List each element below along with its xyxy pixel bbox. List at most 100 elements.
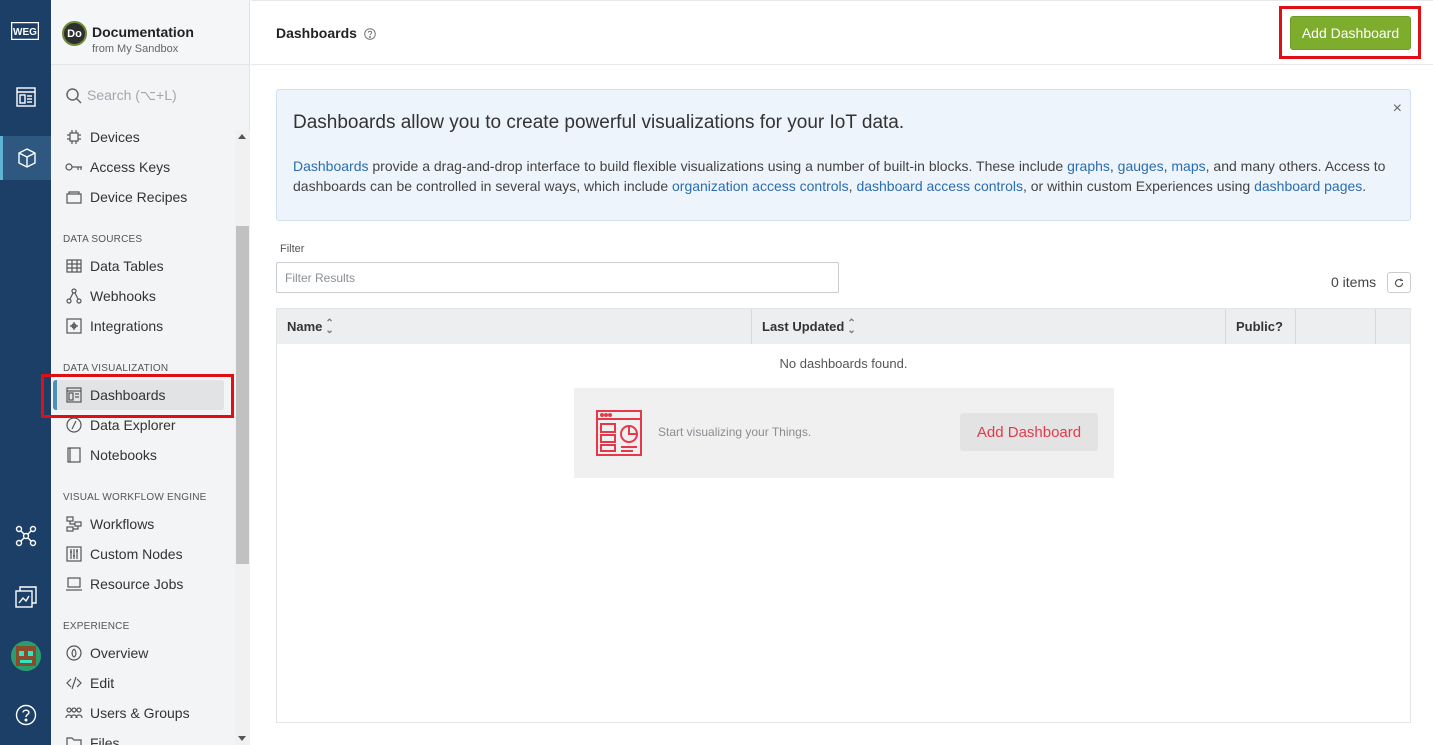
overview-icon — [65, 644, 83, 662]
refresh-button[interactable] — [1387, 272, 1411, 293]
search-input[interactable] — [87, 83, 237, 107]
experience-rail-icon[interactable] — [0, 575, 51, 619]
table-icon — [65, 257, 83, 275]
link-gauges[interactable]: gauges — [1118, 158, 1164, 174]
sidebar-item-label: Device Recipes — [90, 189, 188, 205]
svg-text:WEG: WEG — [13, 27, 37, 38]
chip-icon — [65, 128, 83, 146]
key-icon — [65, 158, 83, 176]
workflow-icon — [65, 515, 83, 533]
section-title-experience: EXPERIENCE — [63, 621, 130, 632]
users-icon — [65, 704, 83, 722]
section-title-data-sources: DATA SOURCES — [63, 234, 143, 245]
items-count: 0 items — [1331, 274, 1377, 290]
weg-logo[interactable]: WEG — [10, 21, 40, 41]
add-dashboard-button[interactable]: Add Dashboard — [1290, 16, 1411, 50]
column-header-name[interactable]: Name ⌃ ⌄ — [277, 309, 752, 344]
sidebar-item-label: Data Tables — [90, 258, 164, 274]
filter-input[interactable] — [276, 262, 839, 293]
app-title: Documentation — [92, 24, 194, 40]
sidebar-item-label: Workflows — [90, 516, 155, 532]
sidebar-item-users-groups[interactable]: Users & Groups — [51, 698, 234, 728]
info-body: Dashboards provide a drag-and-drop inter… — [293, 158, 1386, 194]
sidebar-item-label: Dashboards — [90, 387, 166, 403]
app-rail: WEG — [0, 0, 51, 745]
link-graphs[interactable]: graphs — [1067, 158, 1110, 174]
column-header-last-updated[interactable]: Last Updated ⌃ ⌄ — [752, 309, 1226, 344]
sidebar-item-notebooks[interactable]: Notebooks — [51, 440, 234, 470]
sidebar-item-label: Resource Jobs — [90, 576, 184, 592]
folder-icon — [65, 734, 83, 745]
empty-add-dashboard-button[interactable]: Add Dashboard — [960, 413, 1098, 451]
workflow-rail-icon[interactable] — [0, 514, 51, 558]
dashboard-icon — [65, 386, 83, 404]
sidebar-item-device-recipes[interactable]: Device Recipes — [51, 182, 234, 212]
sidebar-item-data-tables[interactable]: Data Tables — [51, 251, 234, 281]
link-dashboard-pages[interactable]: dashboard pages — [1254, 178, 1362, 194]
column-header-actions — [1296, 309, 1376, 344]
code-icon — [65, 674, 83, 692]
link-dashboards[interactable]: Dashboards — [293, 158, 369, 174]
app-header[interactable]: Do Documentation from My Sandbox — [51, 0, 249, 65]
page-title: Dashboards — [276, 25, 357, 41]
user-avatar[interactable] — [11, 641, 41, 671]
sidebar-item-overview[interactable]: Overview — [51, 638, 234, 668]
filter-label: Filter — [280, 243, 305, 255]
sidebar-item-label: Custom Nodes — [90, 546, 183, 562]
sidebar-item-edit[interactable]: Edit — [51, 668, 234, 698]
empty-state-card: Start visualizing your Things. Add Dashb… — [574, 388, 1114, 478]
sidebar-item-resource-jobs[interactable]: Resource Jobs — [51, 569, 234, 599]
integration-icon — [65, 317, 83, 335]
dashboard-illustration-icon — [596, 410, 642, 456]
sidebar-item-label: Edit — [90, 675, 115, 691]
sidebar-item-access-keys[interactable]: Access Keys — [51, 152, 234, 182]
empty-state-text: No dashboards found. — [779, 356, 908, 371]
sidebar-item-files[interactable]: Files — [51, 728, 234, 745]
sort-icon: ⌃ ⌄ — [325, 317, 334, 336]
sidebar-item-label: Overview — [90, 645, 149, 661]
link-organization-access-controls[interactable]: organization access controls — [672, 178, 849, 194]
sort-icon: ⌃ ⌄ — [847, 317, 856, 336]
dashboards-table: Name ⌃ ⌄ Last Updated ⌃ ⌄ Public? No dashb… — [276, 308, 1411, 723]
sidebar-item-workflows[interactable]: Workflows — [51, 509, 234, 539]
link-dashboard-access-controls[interactable]: dashboard access controls — [856, 178, 1023, 194]
section-title-visual-workflow-engine: VISUAL WORKFLOW ENGINE — [63, 492, 207, 503]
sidebar-item-label: Files — [90, 735, 120, 745]
app-subtitle: from My Sandbox — [92, 43, 179, 55]
sidebar-item-dashboards[interactable]: Dashboards — [53, 380, 224, 410]
scroll-up-icon[interactable] — [238, 134, 246, 139]
sidebar-item-integrations[interactable]: Integrations — [51, 311, 234, 341]
sidebar-item-custom-nodes[interactable]: Custom Nodes — [51, 539, 234, 569]
recipe-icon — [65, 188, 83, 206]
help-icon[interactable] — [364, 28, 376, 40]
column-header-public: Public? — [1226, 309, 1296, 344]
cube-rail-icon[interactable] — [0, 136, 51, 180]
sidebar-item-data-explorer[interactable]: Data Explorer — [51, 410, 234, 440]
link-maps[interactable]: maps — [1171, 158, 1205, 174]
sidebar-item-label: Webhooks — [90, 288, 156, 304]
dashboard-rail-icon[interactable] — [0, 75, 51, 119]
search-icon — [66, 88, 82, 104]
sidebar-scrollbar-thumb[interactable] — [236, 226, 249, 564]
close-icon[interactable]: × — [1393, 100, 1402, 118]
page-header: Dashboards Add Dashboard — [251, 0, 1433, 65]
webhook-icon — [65, 287, 83, 305]
sidebar-item-webhooks[interactable]: Webhooks — [51, 281, 234, 311]
sidebar-item-label: Integrations — [90, 318, 164, 334]
sidebar-search — [51, 65, 249, 125]
section-title-data-visualization: DATA VISUALIZATION — [63, 363, 169, 374]
info-title: Dashboards allow you to create powerful … — [293, 112, 905, 133]
laptop-icon — [65, 575, 83, 593]
sidebar-item-label: Notebooks — [90, 447, 157, 463]
sidebar-item-label: Users & Groups — [90, 705, 190, 721]
help-rail-icon[interactable] — [0, 693, 51, 737]
sidebar-item-label: Data Explorer — [90, 417, 176, 433]
scroll-down-icon[interactable] — [238, 736, 246, 741]
table-header: Name ⌃ ⌄ Last Updated ⌃ ⌄ Public? — [277, 309, 1410, 344]
refresh-icon — [1394, 278, 1404, 287]
sidebar-item-devices[interactable]: Devices — [51, 122, 234, 152]
sliders-icon — [65, 545, 83, 563]
sidebar: Do Documentation from My Sandbox Devices… — [51, 0, 250, 745]
info-banner: Dashboards allow you to create powerful … — [276, 89, 1411, 221]
compass-icon — [65, 416, 83, 434]
